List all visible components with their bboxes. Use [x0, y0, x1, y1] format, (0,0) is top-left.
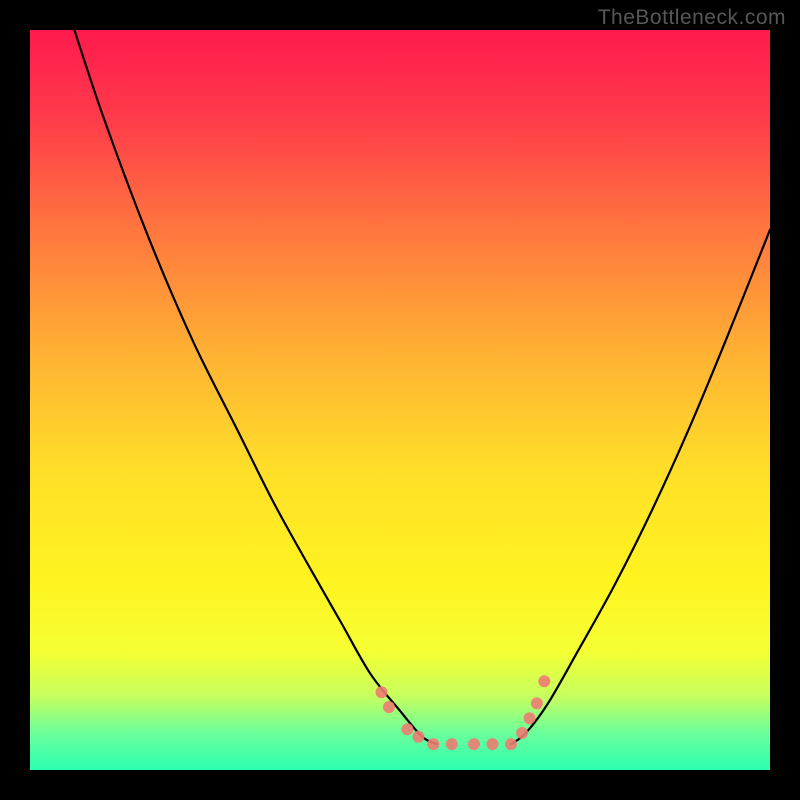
marker-point: [401, 723, 413, 735]
bottleneck-chart: [30, 30, 770, 770]
marker-point: [487, 738, 499, 750]
marker-point: [446, 738, 458, 750]
plot-background: [30, 30, 770, 770]
marker-point: [505, 738, 517, 750]
marker-point: [531, 697, 543, 709]
marker-point: [538, 675, 550, 687]
marker-point: [524, 712, 536, 724]
marker-point: [516, 727, 528, 739]
marker-point: [427, 738, 439, 750]
watermark-text: TheBottleneck.com: [598, 6, 786, 30]
marker-point: [413, 731, 425, 743]
chart-stage: TheBottleneck.com: [0, 0, 800, 800]
marker-point: [468, 738, 480, 750]
marker-point: [383, 701, 395, 713]
marker-point: [376, 686, 388, 698]
